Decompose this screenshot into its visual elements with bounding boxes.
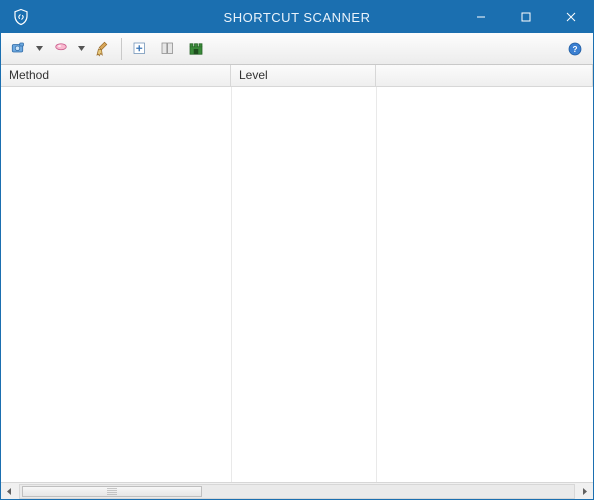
minimize-button[interactable] xyxy=(458,1,503,33)
column-divider xyxy=(231,87,232,482)
report-button[interactable] xyxy=(183,36,209,62)
column-divider xyxy=(376,87,377,482)
column-header-row: Method Level xyxy=(1,65,593,87)
toolbar: ? xyxy=(1,33,593,65)
scroll-grip-icon xyxy=(107,488,117,495)
column-header-blank[interactable] xyxy=(376,65,593,86)
toolbar-separator xyxy=(121,38,122,60)
horizontal-scrollbar xyxy=(1,482,593,499)
column-header-level[interactable]: Level xyxy=(231,65,376,86)
help-button[interactable]: ? xyxy=(562,36,588,62)
scroll-thumb[interactable] xyxy=(22,486,202,497)
column-header-method[interactable]: Method xyxy=(1,65,231,86)
shield-link-icon xyxy=(11,7,31,27)
sweep-button[interactable] xyxy=(90,36,116,62)
scan-dropdown[interactable] xyxy=(33,36,45,62)
clean-dropdown[interactable] xyxy=(75,36,87,62)
close-button[interactable] xyxy=(548,1,593,33)
scroll-right-button[interactable] xyxy=(576,483,593,500)
results-list xyxy=(1,87,593,482)
scroll-track[interactable] xyxy=(19,484,575,499)
scroll-left-button[interactable] xyxy=(1,483,18,500)
window-controls xyxy=(458,1,593,33)
svg-text:?: ? xyxy=(572,45,577,54)
maximize-button[interactable] xyxy=(503,1,548,33)
add-button[interactable] xyxy=(127,36,153,62)
title-bar: SHORTCUT SCANNER xyxy=(1,1,593,33)
columns-button[interactable] xyxy=(155,36,181,62)
clean-button[interactable] xyxy=(48,36,74,62)
scan-button[interactable] xyxy=(6,36,32,62)
